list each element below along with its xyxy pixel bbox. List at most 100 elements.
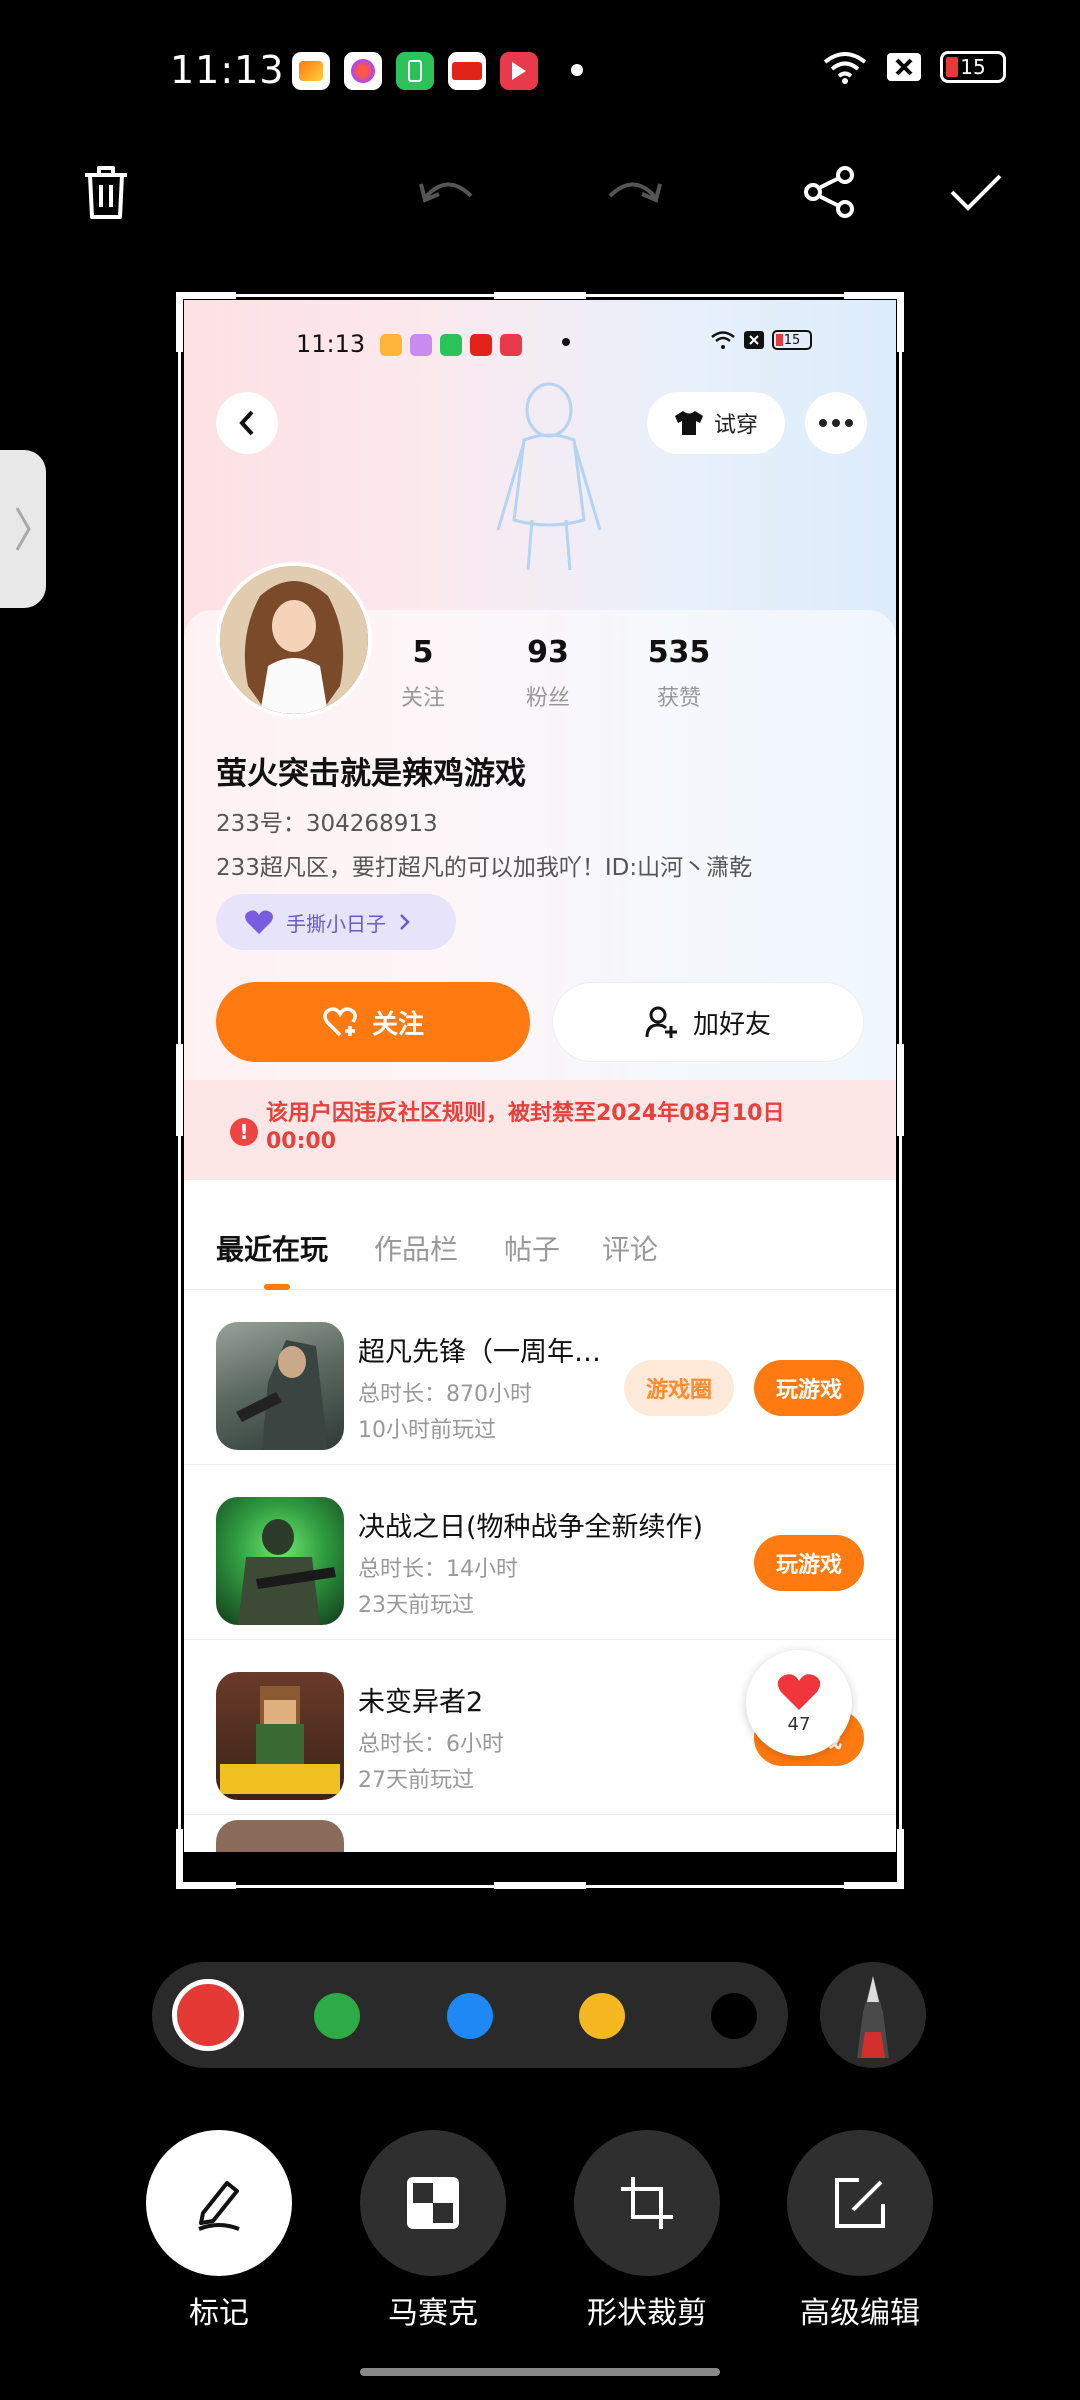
profile-tabs: 最近在玩 作品栏 帖子 评论 — [184, 1200, 896, 1290]
stat-following[interactable]: 5 关注 — [373, 635, 473, 712]
crop-icon — [621, 2177, 673, 2229]
tool-label: 高级编辑 — [800, 2296, 920, 2331]
crop-handle-bottom-left[interactable] — [176, 1829, 183, 1889]
crop-handle-left[interactable] — [176, 1044, 183, 1136]
inner-notification-icons — [380, 334, 522, 356]
app-notification-icon — [292, 52, 330, 90]
chevron-right-icon — [15, 507, 31, 551]
crop-handle-bottom-right[interactable] — [897, 1829, 904, 1889]
game-name: 超凡先锋（一周年… — [358, 1337, 601, 1368]
no-sim-icon — [744, 331, 764, 349]
game-icon — [216, 1322, 344, 1450]
username: 萤火突击就是辣鸡游戏 — [216, 756, 526, 792]
back-button[interactable] — [216, 392, 278, 454]
pen-mark-icon — [198, 2181, 240, 2231]
side-panel-handle[interactable] — [0, 450, 46, 608]
tool-mosaic[interactable]: 马赛克 — [360, 2130, 506, 2332]
tool-label: 标记 — [189, 2296, 249, 2331]
more-options-button[interactable] — [805, 392, 867, 454]
color-swatch-red[interactable] — [172, 1979, 244, 2051]
try-on-button[interactable]: 试穿 — [647, 392, 785, 454]
redo-icon[interactable] — [602, 160, 666, 224]
more-dot — [819, 419, 827, 427]
tool-shape-crop[interactable]: 形状裁剪 — [574, 2130, 720, 2332]
inner-more-dot — [562, 338, 570, 346]
tool-circle — [146, 2130, 292, 2276]
stat-value: 535 — [647, 635, 711, 670]
inner-status-right: 15 — [710, 330, 812, 350]
crop-handle-bottom[interactable] — [494, 1882, 586, 1889]
crop-handle-top-left[interactable] — [176, 292, 183, 352]
stat-likes[interactable]: 535 获赞 — [629, 635, 729, 712]
play-game-button[interactable]: 玩游戏 — [754, 1360, 864, 1416]
tool-circle — [574, 2130, 720, 2276]
notification-icons — [292, 52, 538, 90]
add-friend-button[interactable]: 加好友 — [552, 982, 864, 1062]
pen-tip-icon — [857, 1976, 889, 2058]
crop-handle-top-right[interactable] — [844, 292, 904, 299]
tab-works[interactable]: 作品栏 — [374, 1228, 458, 1268]
profile-tag[interactable]: 手撕小日子 — [216, 894, 456, 950]
app-notification-icon — [440, 334, 462, 356]
app-notification-icon — [410, 334, 432, 356]
no-sim-icon — [887, 53, 921, 81]
tool-advanced-edit[interactable]: 高级编辑 — [787, 2130, 933, 2332]
color-swatch-blue[interactable] — [447, 1993, 493, 2039]
game-total-time: 总时长：870小时 — [358, 1382, 532, 1407]
more-dot — [832, 419, 840, 427]
avatar-outfit-figure — [496, 382, 602, 570]
game-icon — [216, 1672, 344, 1800]
tab-comments[interactable]: 评论 — [602, 1228, 658, 1268]
crop-handle-bottom-left[interactable] — [176, 1882, 236, 1889]
inner-status-time: 11:13 — [296, 330, 366, 358]
heart-icon — [777, 1673, 821, 1710]
game-row[interactable]: 超凡先锋（一周年… 总时长：870小时 10小时前玩过 游戏圈 玩游戏 — [184, 1290, 896, 1465]
battery-icon: 15 — [772, 330, 812, 350]
pen-style-button[interactable] — [820, 1962, 926, 2068]
color-swatch-yellow[interactable] — [579, 1993, 625, 2039]
captured-screenshot[interactable]: 11:13 15 试穿 5 关注 93 粉丝 535 获赞 萤火突击就是辣鸡游戏… — [184, 300, 896, 1852]
tab-recently-played[interactable]: 最近在玩 — [216, 1228, 328, 1268]
tab-posts[interactable]: 帖子 — [504, 1228, 560, 1268]
game-total-time: 总时长：14小时 — [358, 1557, 518, 1582]
tool-mark[interactable]: 标记 — [146, 2130, 292, 2332]
inner-status-bar: 11:13 15 — [184, 330, 896, 370]
game-last-played: 23天前玩过 — [358, 1593, 474, 1618]
game-circle-button[interactable]: 游戏圈 — [624, 1360, 734, 1416]
play-game-button[interactable]: 玩游戏 — [754, 1535, 864, 1591]
like-button[interactable]: 47 — [746, 1650, 852, 1756]
tool-label: 马赛克 — [388, 2296, 478, 2331]
check-icon[interactable] — [944, 160, 1008, 224]
stat-followers[interactable]: 93 粉丝 — [498, 635, 598, 712]
ban-notice-text: 该用户因违反社区规则，被封禁至2024年08月10日 00:00 — [266, 1101, 785, 1154]
trash-icon[interactable] — [74, 160, 138, 224]
follow-button[interactable]: 关注 — [216, 982, 530, 1062]
screenshot-editor: 11:13 15 11:13 15 试穿 5 关注 93 粉丝 535 获赞 萤… — [0, 0, 1080, 2400]
color-swatch-green[interactable] — [314, 1993, 360, 2039]
avatar[interactable] — [216, 562, 372, 718]
tshirt-icon — [674, 411, 703, 435]
game-row[interactable]: 决战之日(物种战争全新续作) 总时长：14小时 23天前玩过 玩游戏 — [184, 1465, 896, 1640]
app-notification-icon — [344, 52, 382, 90]
user-bio: 233超凡区，要打超凡的可以加我吖！ID:山河丶潇乾 — [216, 855, 753, 881]
share-icon[interactable] — [798, 160, 862, 224]
stat-value: 93 — [527, 635, 569, 670]
crop-handle-top-right[interactable] — [897, 292, 904, 352]
crop-handle-top-left[interactable] — [176, 292, 236, 299]
color-palette — [152, 1962, 788, 2068]
undo-icon[interactable] — [415, 160, 479, 224]
partial-row — [216, 1820, 344, 1852]
crop-handle-top[interactable] — [494, 292, 586, 299]
stat-label: 关注 — [400, 686, 445, 711]
crop-handle-right[interactable] — [897, 1044, 904, 1136]
color-swatch-black[interactable] — [711, 1993, 757, 2039]
app-notification-icon — [380, 334, 402, 356]
battery-level: 15 — [783, 332, 801, 348]
game-icon — [216, 1497, 344, 1625]
app-notification-icon — [396, 52, 434, 90]
stat-label: 粉丝 — [525, 686, 570, 711]
crop-handle-bottom-right[interactable] — [844, 1882, 904, 1889]
tool-label: 形状裁剪 — [587, 2296, 707, 2331]
try-on-label: 试穿 — [713, 413, 758, 438]
add-friend-label: 加好友 — [692, 1009, 771, 1040]
